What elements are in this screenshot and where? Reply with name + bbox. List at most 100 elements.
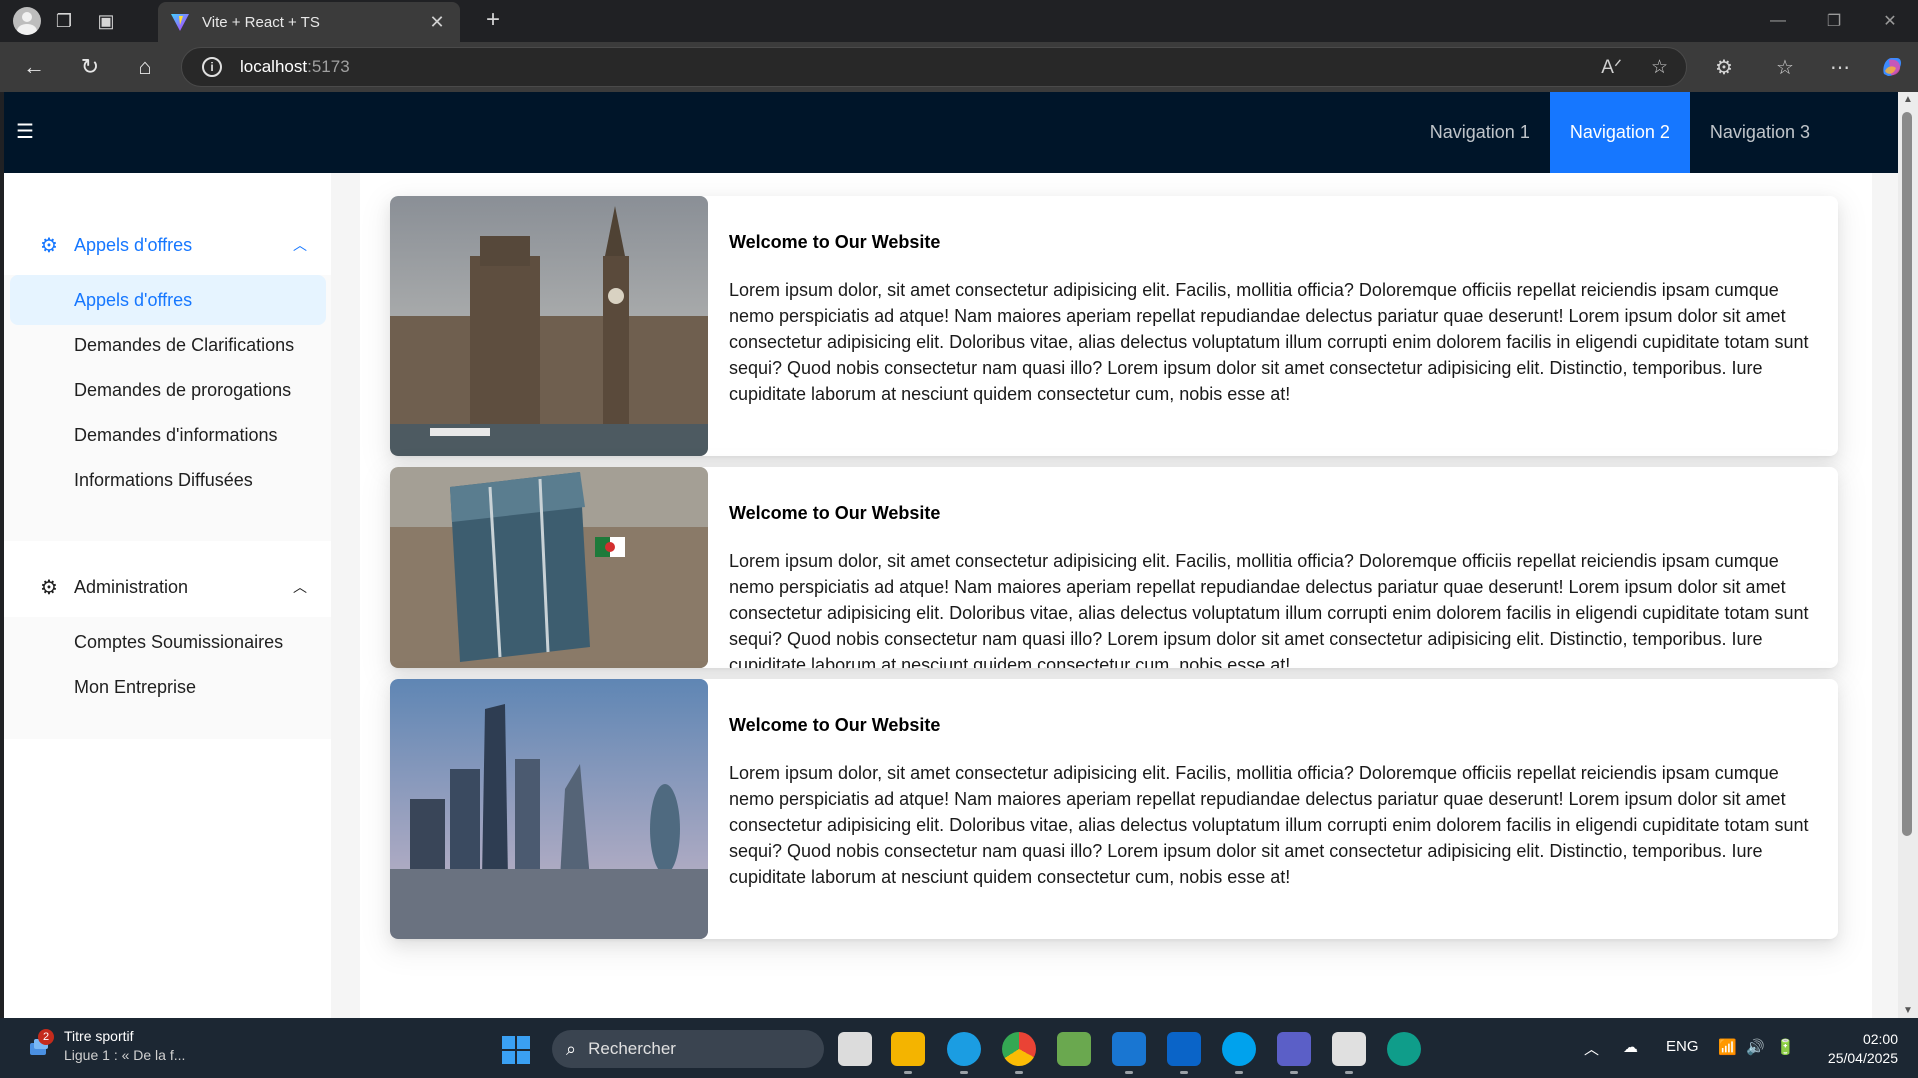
wifi-icon[interactable]: 📶 (1718, 1038, 1737, 1056)
sidebar-item-demandes-prorogations[interactable]: Demandes de prorogations (10, 365, 326, 415)
new-tab-icon[interactable]: + (478, 6, 508, 34)
taskbar-search[interactable]: ⌕ Rechercher (552, 1030, 824, 1068)
sidebar-item-demandes-informations[interactable]: Demandes d'informations (10, 410, 326, 460)
submenu-administration[interactable]: ⚙ Administration ︿ (4, 557, 331, 617)
workspaces-icon[interactable]: ❐ (45, 2, 83, 40)
teams-icon[interactable] (1277, 1032, 1311, 1074)
news-widget[interactable]: 2 Titre sportif Ligue 1 : « De la f... (28, 1028, 185, 1063)
glass-tower-photo (390, 467, 708, 668)
city-skyline-photo (390, 679, 708, 939)
running-indicator (1290, 1071, 1298, 1074)
running-indicator (1345, 1071, 1353, 1074)
running-indicator (1180, 1071, 1188, 1074)
chevron-up-icon: ︿ (293, 237, 307, 253)
reload-icon[interactable]: ↻ (72, 50, 108, 84)
minimize-icon[interactable]: — (1750, 0, 1806, 42)
search-icon: ⌕ (566, 1038, 577, 1059)
window-close-icon[interactable]: ✕ (1862, 0, 1918, 42)
card-image (390, 196, 708, 456)
scroll-down-arrow-icon[interactable]: ▼ (1901, 1005, 1915, 1016)
top-nav-item-3[interactable]: Navigation 3 (1690, 92, 1830, 173)
more-menu-icon[interactable]: ⋯ (1823, 50, 1857, 84)
content-card: Welcome to Our Website Lorem ipsum dolor… (390, 467, 1838, 668)
vertical-tabs-icon[interactable]: ▣ (87, 2, 125, 40)
snipping-tool-icon[interactable] (1332, 1032, 1366, 1074)
sidebar: ⚙ Appels d'offres ︿ Appels d'offres Dema… (4, 173, 331, 1018)
scroll-thumb[interactable] (1902, 112, 1912, 836)
vite-logo-icon (171, 14, 189, 31)
top-nav-item-1[interactable]: Navigation 1 (1410, 92, 1550, 173)
edge-dev-icon[interactable] (1387, 1032, 1421, 1066)
favorite-star-icon[interactable]: ☆ (1651, 56, 1668, 79)
content-card: Welcome to Our Website Lorem ipsum dolor… (390, 679, 1838, 939)
card-image (390, 467, 708, 668)
file-explorer-icon[interactable] (891, 1032, 925, 1074)
url-port: :5173 (307, 57, 350, 76)
card-text: Lorem ipsum dolor, sit amet consectetur … (729, 280, 1809, 404)
page-scrollbar[interactable]: ▲ ▼ (1898, 92, 1918, 1018)
browser-tab-strip: ❐ ▣ Vite + React + TS ✕ + — ❐ ✕ (0, 0, 1918, 42)
card-image (390, 679, 708, 939)
favorites-icon[interactable]: ☆ (1768, 50, 1802, 84)
restore-icon[interactable]: ❐ (1806, 0, 1862, 42)
address-bar[interactable]: i localhost:5173 Aᐟ ☆ (181, 47, 1687, 87)
card-title: Welcome to Our Website (729, 232, 941, 252)
widget-title: Titre sportif (64, 1028, 134, 1044)
battery-icon[interactable]: 🔋 (1776, 1038, 1795, 1056)
clock-date: 25/04/2025 (1827, 1050, 1898, 1066)
read-aloud-icon[interactable]: Aᐟ (1601, 56, 1622, 79)
extensions-icon[interactable]: ⚙ (1707, 50, 1741, 84)
language-indicator[interactable]: ENG (1666, 1038, 1699, 1055)
copilot-logo (1883, 58, 1901, 76)
site-info-icon[interactable]: i (202, 57, 222, 77)
widget-badge: 2 (38, 1028, 54, 1045)
vscode-icon[interactable] (1112, 1032, 1146, 1074)
top-navigation: Navigation 1 Navigation 2 Navigation 3 (1410, 92, 1830, 173)
volume-icon[interactable]: 🔊 (1746, 1038, 1765, 1056)
url-host: localhost (240, 57, 308, 76)
card-title: Welcome to Our Website (729, 503, 941, 523)
widget-subtitle: Ligue 1 : « De la f... (64, 1047, 186, 1063)
running-indicator (960, 1071, 968, 1074)
sidebar-item-informations-diffusees[interactable]: Informations Diffusées (10, 455, 326, 505)
main-content: Welcome to Our Website Lorem ipsum dolor… (360, 173, 1872, 1018)
submenu-appels-doffres[interactable]: ⚙ Appels d'offres ︿ (4, 215, 331, 275)
paint-app-icon[interactable] (1057, 1032, 1091, 1066)
edge-browser-icon[interactable] (947, 1032, 981, 1074)
system-clock[interactable]: 02:00 25/04/2025 (1828, 1030, 1898, 1068)
windows-start-icon[interactable] (502, 1036, 530, 1064)
chevron-up-icon: ︿ (293, 579, 307, 595)
top-nav-item-2[interactable]: Navigation 2 (1549, 92, 1690, 173)
submenu-appels-doffres-items: Appels d'offres Demandes de Clarificatio… (4, 275, 331, 541)
submenu-title-label: Appels d'offres (74, 234, 193, 255)
close-tab-icon[interactable]: ✕ (426, 12, 448, 33)
westminster-photo (390, 196, 708, 456)
sidebar-item-appels-doffres[interactable]: Appels d'offres (10, 275, 326, 325)
search-placeholder: Rechercher (588, 1039, 676, 1058)
card-body: Welcome to Our Website Lorem ipsum dolor… (708, 467, 1838, 668)
submenu-title-label: Administration (74, 576, 189, 597)
scroll-up-arrow-icon[interactable]: ▲ (1901, 94, 1915, 105)
running-indicator (1015, 1071, 1023, 1074)
outlook-icon[interactable] (1167, 1032, 1201, 1074)
app-header: ☰ Navigation 1 Navigation 2 Navigation 3 (4, 92, 1898, 173)
back-arrow-icon[interactable]: ← (16, 50, 52, 84)
sidebar-item-comptes-soumissionaires[interactable]: Comptes Soumissionaires (10, 617, 326, 667)
skype-icon[interactable] (1222, 1032, 1256, 1074)
card-body: Welcome to Our Website Lorem ipsum dolor… (708, 196, 1838, 456)
profile-avatar-icon[interactable] (13, 7, 41, 35)
windows-taskbar: 2 Titre sportif Ligue 1 : « De la f... ⌕… (0, 1018, 1918, 1078)
menu-fold-icon[interactable]: ☰ (16, 122, 38, 142)
sidebar-item-demandes-clarifications[interactable]: Demandes de Clarifications (10, 320, 326, 370)
tray-overflow-chevron-icon[interactable]: ︿ (1584, 1038, 1599, 1059)
sidebar-item-mon-entreprise[interactable]: Mon Entreprise (10, 662, 326, 712)
chrome-icon[interactable] (1002, 1032, 1036, 1074)
settings-gear-icon: ⚙ (40, 576, 58, 599)
copilot-icon[interactable] (1875, 50, 1909, 84)
onedrive-offline-icon[interactable]: ☁ (1623, 1038, 1638, 1056)
home-icon[interactable]: ⌂ (127, 50, 163, 84)
sports-widget-icon: 2 (28, 1028, 54, 1059)
running-indicator (904, 1071, 912, 1074)
task-view-icon[interactable] (838, 1032, 872, 1066)
browser-tab-active[interactable]: Vite + React + TS ✕ (158, 2, 460, 42)
